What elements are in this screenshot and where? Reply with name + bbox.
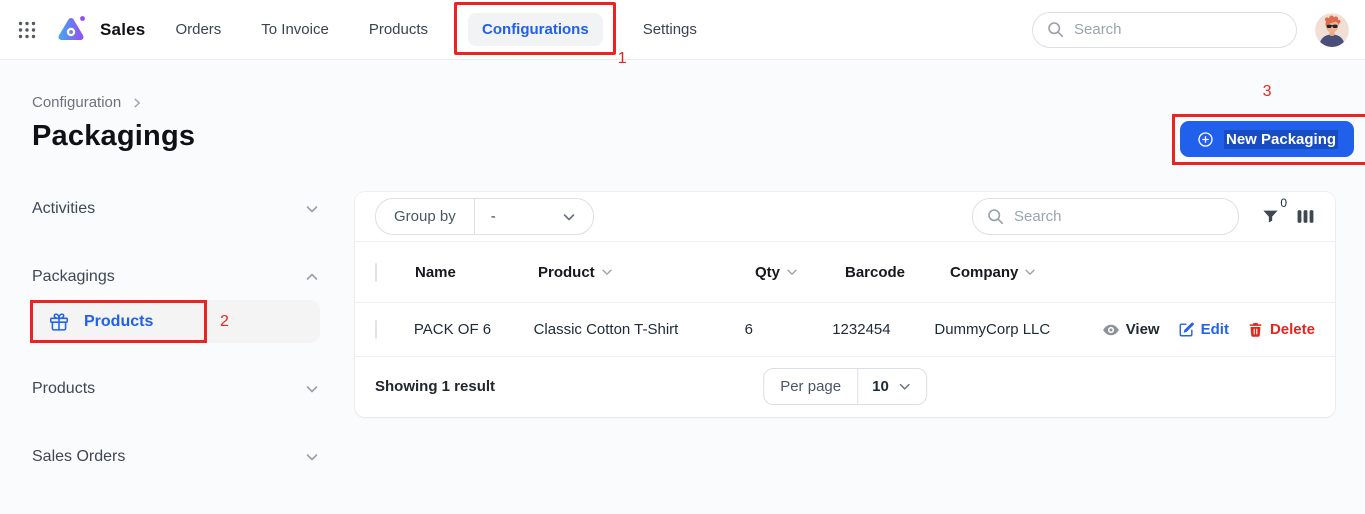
columns-button[interactable] [1296,207,1315,226]
edit-pencil-icon [1178,321,1195,338]
per-page-control: Per page 10 [763,368,927,405]
cell-name: PACK OF 6 [413,321,492,338]
nav-item-to-invoice[interactable]: To Invoice [261,21,329,38]
search-icon [1047,21,1064,38]
breadcrumb: Configuration [32,94,143,111]
packagings-table-card: Group by - Search 0 Name Product Qty Bar… [355,192,1335,417]
column-header-product[interactable]: Product [538,264,755,281]
table-footer: Showing 1 result Per page 10 [355,357,1335,416]
table-header-row: Name Product Qty Barcode Company [355,242,1335,303]
breadcrumb-link-configuration[interactable]: Configuration [32,94,121,111]
per-page-select[interactable]: 10 [858,369,926,404]
topbar-right [1032,11,1349,48]
column-header-name: Name [415,263,456,281]
chevron-down-icon [304,381,320,397]
column-header-barcode: Barcode [845,263,906,281]
chevron-right-icon [131,97,143,109]
app-logo-icon[interactable] [56,15,86,45]
cell-qty: 6 [744,321,754,338]
sidebar-section-activities[interactable]: Activities [32,197,320,221]
sort-chevron-icon [1023,265,1037,279]
view-action[interactable]: View [1102,321,1160,339]
eye-icon [1102,321,1120,339]
cell-company: DummyCorp LLC [934,321,1051,338]
top-navbar: Sales Orders To Invoice Products Configu… [0,0,1365,67]
cell-barcode: 1232454 [832,321,891,338]
table-search[interactable] [972,198,1239,235]
new-packaging-label: New Packaging [1224,129,1339,149]
table-row[interactable]: PACK OF 6 Classic Cotton T-Shirt 6 12324… [355,303,1335,357]
global-search[interactable] [1032,11,1297,48]
group-by-control: Group by - [375,198,594,235]
screen: Sales Orders To Invoice Products Configu… [0,0,1365,514]
page-title: Packagings [32,120,196,152]
row-checkbox[interactable] [375,320,377,339]
filter-funnel-icon [1261,207,1280,226]
sidebar-item-packagings-products[interactable]: Products 2 [30,300,320,343]
group-by-label: Group by [376,199,475,234]
chevron-down-icon [304,449,320,465]
edit-action[interactable]: Edit [1178,321,1229,338]
chevron-down-icon [897,379,912,394]
results-count: Showing 1 result [375,378,496,395]
select-all-checkbox[interactable] [375,262,377,282]
table-search-input[interactable] [1014,208,1224,225]
plus-circle-icon [1196,130,1215,149]
chevron-down-icon [304,201,320,217]
nav-item-products[interactable]: Products [369,21,428,38]
chevron-up-icon [304,269,320,285]
cell-product: Classic Cotton T-Shirt [533,321,679,338]
column-header-company[interactable]: Company [950,264,1122,281]
group-by-select[interactable]: - [475,199,593,234]
columns-icon [1296,207,1315,226]
main-nav: Orders To Invoice Products Configuration… [175,2,697,67]
annotation-number-2: 2 [220,312,229,330]
user-avatar[interactable] [1315,12,1349,47]
column-header-qty[interactable]: Qty [755,264,845,281]
delete-action[interactable]: Delete [1247,321,1315,338]
chevron-down-icon [561,209,577,225]
sidebar-section-sales-orders[interactable]: Sales Orders [32,445,320,469]
app-grid-icon[interactable] [16,19,38,41]
search-icon [987,208,1004,225]
nav-item-orders[interactable]: Orders [175,21,221,38]
sidebar-section-products[interactable]: Products [32,377,320,401]
table-toolbar: Group by - Search 0 [355,192,1335,242]
app-name[interactable]: Sales [100,20,145,40]
filter-count-badge: 0 [1280,196,1287,210]
sort-chevron-icon [785,265,799,279]
annotation-number-3: 3 [1262,83,1272,100]
sidebar-item-label: Products [84,312,154,330]
nav-item-settings[interactable]: Settings [643,21,697,38]
new-packaging-button[interactable]: New Packaging 3 [1172,83,1365,165]
nav-item-configurations[interactable]: Configurations 1 [454,2,627,67]
sidebar-section-packagings[interactable]: Packagings [32,265,320,289]
per-page-label: Per page [764,369,859,404]
annotation-number-1: 1 [617,50,627,67]
trash-icon [1247,321,1264,338]
global-search-input[interactable] [1074,21,1282,38]
sort-chevron-icon [600,265,614,279]
sidebar: Activities Packagings Products 2 Product… [30,197,320,469]
filter-button[interactable]: 0 [1261,196,1287,226]
gift-icon [48,311,70,333]
